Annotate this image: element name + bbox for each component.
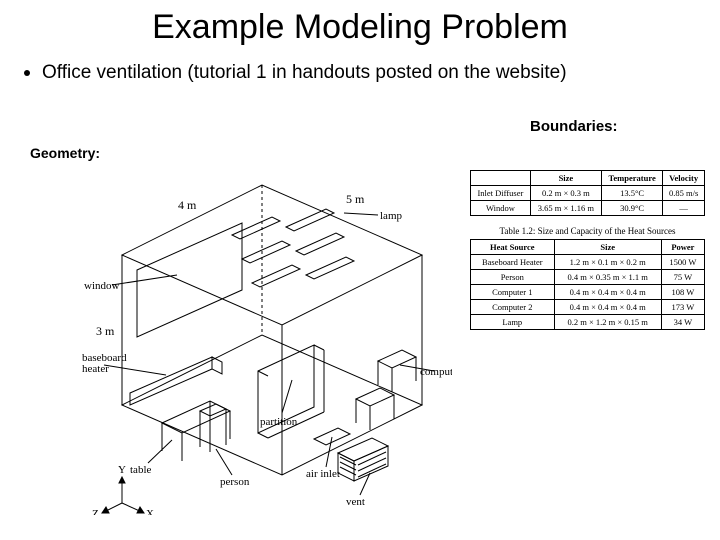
table-row: Inlet Diffuser0.2 m × 0.3 m13.5°C0.85 m/… bbox=[471, 186, 705, 201]
table2-caption: Table 1.2: Size and Capacity of the Heat… bbox=[470, 226, 705, 236]
boundary-table: SizeTemperatureVelocity Inlet Diffuser0.… bbox=[470, 170, 705, 216]
col-header: Size bbox=[554, 240, 661, 255]
axis-y: Y bbox=[118, 464, 126, 476]
cell: Computer 1 bbox=[471, 285, 555, 300]
dim-height: 3 m bbox=[96, 324, 115, 338]
cell: 0.85 m/s bbox=[663, 186, 705, 201]
cell: 1.2 m × 0.1 m × 0.2 m bbox=[554, 255, 661, 270]
axis-x: X bbox=[146, 508, 154, 515]
col-header: Velocity bbox=[663, 171, 705, 186]
cell: 173 W bbox=[661, 300, 704, 315]
cell: — bbox=[663, 201, 705, 216]
bullet-dot bbox=[24, 70, 30, 76]
dim-depth: 5 m bbox=[346, 192, 365, 206]
cell: 34 W bbox=[661, 315, 704, 330]
table-row: Lamp0.2 m × 1.2 m × 0.15 m34 W bbox=[471, 315, 705, 330]
cell: 75 W bbox=[661, 270, 704, 285]
cell: 3.65 m × 1.16 m bbox=[530, 201, 601, 216]
lamp-label: lamp bbox=[380, 210, 402, 222]
boundaries-label: Boundaries: bbox=[530, 118, 618, 135]
tables-area: SizeTemperatureVelocity Inlet Diffuser0.… bbox=[470, 170, 705, 340]
computer-label: computer bbox=[420, 366, 452, 378]
heater-label: heater bbox=[82, 363, 109, 375]
cell: Baseboard Heater bbox=[471, 255, 555, 270]
cell: Lamp bbox=[471, 315, 555, 330]
person-label: person bbox=[220, 476, 250, 488]
cell: 1500 W bbox=[661, 255, 704, 270]
cell: Inlet Diffuser bbox=[471, 186, 531, 201]
slide-title: Example Modeling Problem bbox=[0, 0, 720, 47]
cell: 0.4 m × 0.4 m × 0.4 m bbox=[554, 285, 661, 300]
table-row: Person0.4 m × 0.35 m × 1.1 m75 W bbox=[471, 270, 705, 285]
partition-label: partition bbox=[260, 416, 298, 428]
col-header: Temperature bbox=[601, 171, 662, 186]
table-row: Window3.65 m × 1.16 m30.9°C— bbox=[471, 201, 705, 216]
cell: Window bbox=[471, 201, 531, 216]
cell: 0.2 m × 1.2 m × 0.15 m bbox=[554, 315, 661, 330]
window-label: window bbox=[84, 280, 120, 292]
bullet-item: Office ventilation (tutorial 1 in handou… bbox=[24, 61, 720, 85]
cell: 13.5°C bbox=[601, 186, 662, 201]
dim-width: 4 m bbox=[178, 198, 197, 212]
cell: 0.4 m × 0.35 m × 1.1 m bbox=[554, 270, 661, 285]
axis-z: Z bbox=[92, 508, 99, 515]
heat-source-table: Heat SourceSizePower Baseboard Heater1.2… bbox=[470, 239, 705, 330]
airinlet-label: air inlet bbox=[306, 468, 340, 480]
cell: 108 W bbox=[661, 285, 704, 300]
col-header: Heat Source bbox=[471, 240, 555, 255]
bullet-text: Office ventilation (tutorial 1 in handou… bbox=[42, 61, 567, 85]
table-row: Baseboard Heater1.2 m × 0.1 m × 0.2 m150… bbox=[471, 255, 705, 270]
col-header: Size bbox=[530, 171, 601, 186]
col-header: Power bbox=[661, 240, 704, 255]
col-header bbox=[471, 171, 531, 186]
table-row: Computer 20.4 m × 0.4 m × 0.4 m173 W bbox=[471, 300, 705, 315]
table-label: table bbox=[130, 464, 151, 476]
vent-label: vent bbox=[346, 496, 365, 508]
cell: 0.4 m × 0.4 m × 0.4 m bbox=[554, 300, 661, 315]
cell: 30.9°C bbox=[601, 201, 662, 216]
cell: Person bbox=[471, 270, 555, 285]
geometry-figure: 4 m 5 m 3 m lamp window baseboard heater… bbox=[82, 155, 452, 515]
table-row: Computer 10.4 m × 0.4 m × 0.4 m108 W bbox=[471, 285, 705, 300]
cell: 0.2 m × 0.3 m bbox=[530, 186, 601, 201]
cell: Computer 2 bbox=[471, 300, 555, 315]
